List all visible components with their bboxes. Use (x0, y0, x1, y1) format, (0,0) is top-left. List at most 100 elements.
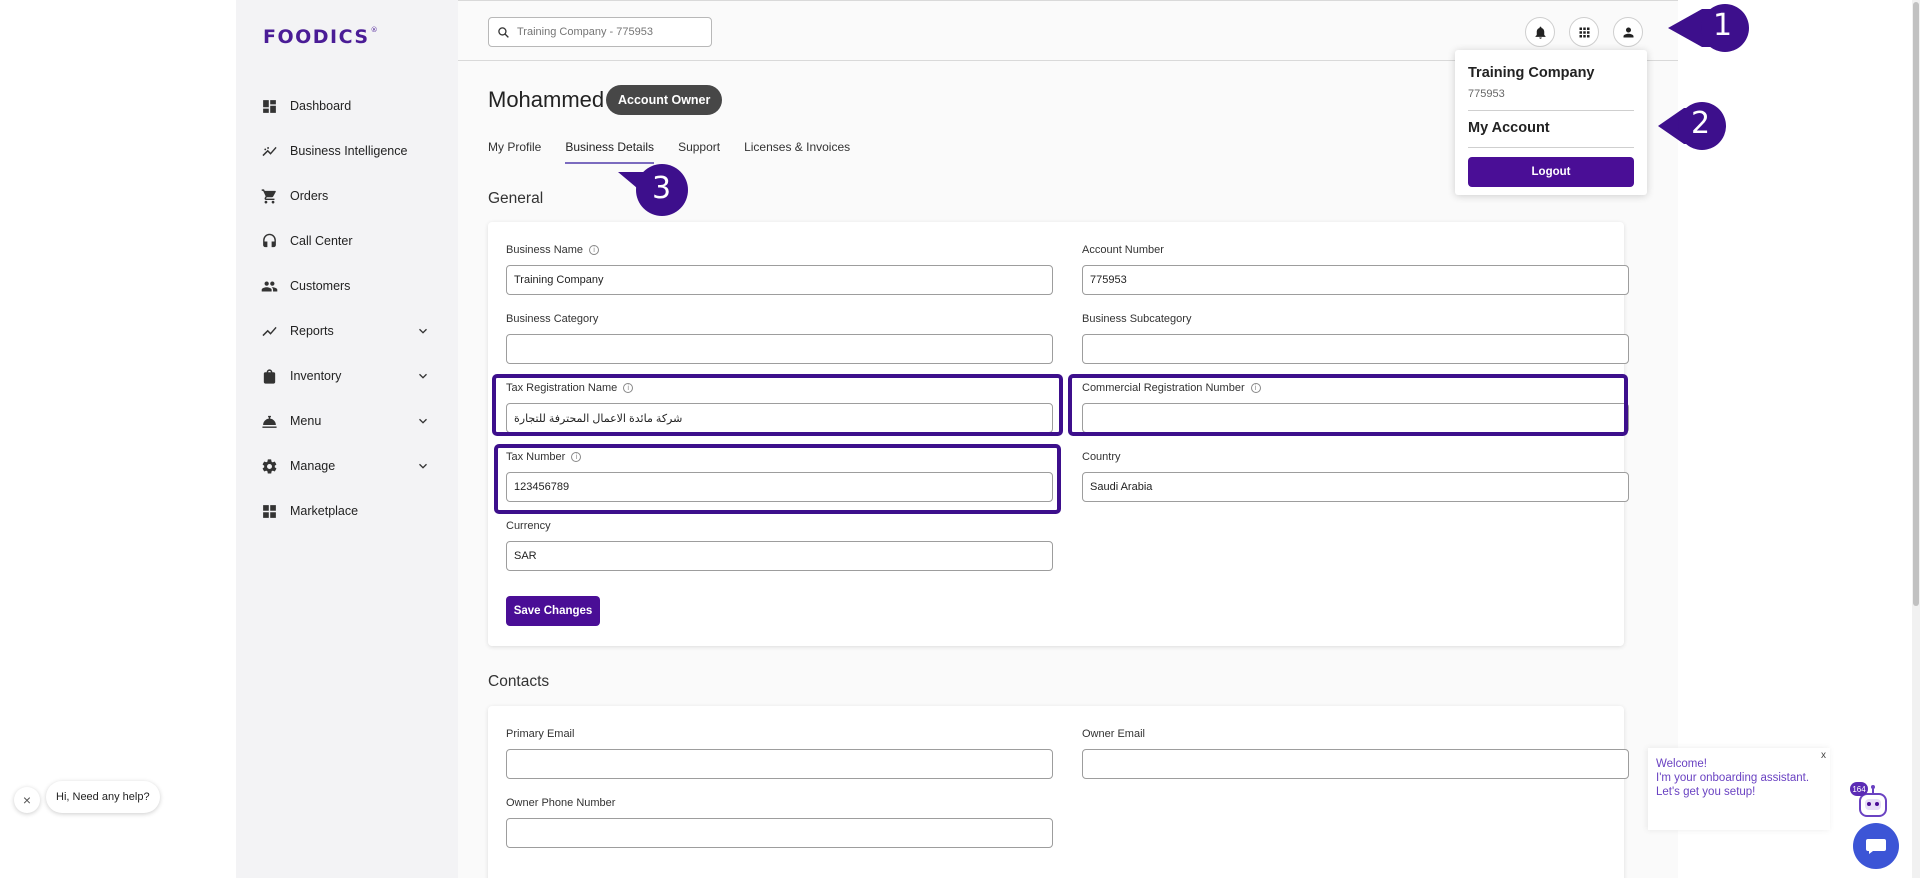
person-icon (1623, 27, 1633, 37)
sidebar-item-label: Dashboard (290, 99, 352, 113)
scrollbar-thumb[interactable] (1913, 2, 1919, 606)
company-name: Training Company (1468, 65, 1595, 81)
sidebar-item-label: Business Intelligence (290, 144, 408, 158)
sidebar-item-call-center[interactable]: Call Center (260, 226, 430, 256)
field-label: Tax Registration Name (506, 382, 618, 394)
business-category-input[interactable] (506, 334, 1053, 364)
info-icon[interactable]: i (623, 383, 634, 393)
onboarding-close-button[interactable]: x (1821, 750, 1826, 761)
owner-phone-input[interactable] (506, 818, 1053, 848)
search-input[interactable] (517, 26, 697, 38)
field-label: Business Name (506, 244, 584, 256)
callout-marker: 2 (1658, 100, 1728, 152)
chevron-down-icon[interactable] (416, 369, 430, 383)
page-title: Mohammed (488, 87, 605, 112)
logout-button[interactable]: Logout (1468, 157, 1634, 187)
sidebar-item-customers[interactable]: Customers (260, 271, 430, 301)
onboarding-line: I'm your onboarding assistant. (1656, 772, 1810, 784)
menu-food-icon (260, 412, 278, 430)
owner-email-field: Owner Email (1082, 727, 1629, 779)
callout-number: 3 (652, 171, 672, 206)
sidebar-item-reports[interactable]: Reports (260, 316, 430, 346)
my-account-link[interactable]: My Account (1468, 120, 1550, 136)
trending-icon (260, 142, 278, 160)
general-section-title: General (488, 190, 544, 207)
chevron-down-icon[interactable] (416, 414, 430, 428)
currency-input[interactable] (506, 541, 1053, 571)
currency-field: Currency (506, 519, 1053, 571)
field-label: Commercial Registration Number (1082, 382, 1245, 394)
role-badge: Account Owner (606, 85, 723, 115)
onboarding-message: Welcome! I'm your onboarding assistant. … (1656, 757, 1809, 799)
sidebar-item-label: Marketplace (290, 504, 359, 518)
tab-business-details[interactable]: Business Details (565, 140, 654, 164)
sidebar-item-dashboard[interactable]: Dashboard (260, 91, 430, 121)
chat-button[interactable] (1853, 823, 1899, 869)
save-changes-button[interactable]: Save Changes (506, 596, 600, 626)
bag-icon (260, 367, 278, 385)
business-subcategory-field: Business Subcategory (1082, 312, 1629, 364)
primary-email-input[interactable] (506, 749, 1053, 779)
sidebar-item-manage[interactable]: Manage (260, 451, 430, 481)
bell-icon (1535, 26, 1545, 39)
field-label: Business Subcategory (1082, 313, 1192, 325)
account-number-field: Account Number (1082, 243, 1629, 295)
field-label: Country (1082, 451, 1121, 463)
help-close-button[interactable]: × (14, 787, 40, 813)
business-category-field: Business Category (506, 312, 1053, 364)
sidebar-item-business-intelligence[interactable]: Business Intelligence (260, 136, 430, 166)
sidebar-item-label: Reports (290, 324, 334, 338)
field-label: Owner Email (1082, 728, 1145, 740)
foodics-logo[interactable]: FOODICS® (263, 26, 379, 48)
page-scrollbar[interactable] (1912, 0, 1920, 878)
field-label: Tax Number (506, 451, 566, 463)
contacts-card: Primary Email Owner Email Owner Phone Nu… (488, 706, 1629, 878)
callout-number: 1 (1713, 8, 1733, 43)
tax-registration-name-field: Tax Registration Name i (506, 381, 1053, 433)
tab-my-profile[interactable]: My Profile (488, 140, 541, 164)
sidebar-item-menu[interactable]: Menu (260, 406, 430, 436)
primary-email-field: Primary Email (506, 727, 1053, 779)
apps-grid-button[interactable] (1569, 17, 1599, 47)
account-button[interactable] (1613, 17, 1643, 47)
notifications-button[interactable] (1525, 17, 1555, 47)
onboarding-line: Let's get you setup! (1656, 786, 1756, 798)
chevron-down-icon[interactable] (416, 459, 430, 473)
sidebar-item-label: Inventory (290, 369, 342, 383)
onboarding-popup: Welcome! I'm your onboarding assistant. … (1648, 748, 1830, 830)
grid-icon (1579, 27, 1589, 37)
sidebar-item-label: Orders (290, 189, 329, 203)
info-icon[interactable]: i (589, 245, 600, 255)
tab-support[interactable]: Support (678, 140, 720, 164)
sidebar-item-orders[interactable]: Orders (260, 181, 430, 211)
contacts-section-title: Contacts (488, 673, 550, 690)
sidebar-item-inventory[interactable]: Inventory (260, 361, 430, 391)
notification-badge: 164 (1850, 782, 1868, 796)
owner-email-input[interactable] (1082, 749, 1629, 779)
business-name-input[interactable] (506, 265, 1053, 295)
info-icon[interactable]: i (571, 452, 582, 462)
sidebar-item-label: Manage (290, 459, 336, 473)
help-bubble[interactable]: Hi, Need any help? (46, 781, 160, 813)
account-number-input[interactable] (1082, 265, 1629, 295)
account-dropdown: Training Company 775953 My Account Logou… (1455, 50, 1647, 195)
tax-registration-name-input[interactable] (506, 403, 1053, 433)
tax-number-field: Tax Number i (506, 450, 1053, 502)
business-subcategory-input[interactable] (1082, 334, 1629, 364)
search-box[interactable] (488, 17, 712, 47)
people-icon (260, 277, 278, 295)
field-label: Account Number (1082, 244, 1164, 256)
country-input[interactable] (1082, 472, 1629, 502)
apps-icon (260, 502, 278, 520)
chevron-down-icon[interactable] (416, 324, 430, 338)
info-icon[interactable]: i (1250, 383, 1261, 393)
business-name-field: Business Name i (506, 243, 1053, 295)
sidebar-item-marketplace[interactable]: Marketplace (260, 496, 430, 526)
sidebar: FOODICS® Dashboard Business Intelligence… (236, 0, 458, 878)
tax-number-input[interactable] (506, 472, 1053, 502)
commercial-registration-number-input[interactable] (1082, 403, 1629, 433)
field-label: Owner Phone Number (506, 797, 616, 809)
cart-icon (260, 187, 278, 205)
sidebar-item-label: Menu (290, 414, 322, 428)
tab-licenses-invoices[interactable]: Licenses & Invoices (744, 140, 850, 164)
